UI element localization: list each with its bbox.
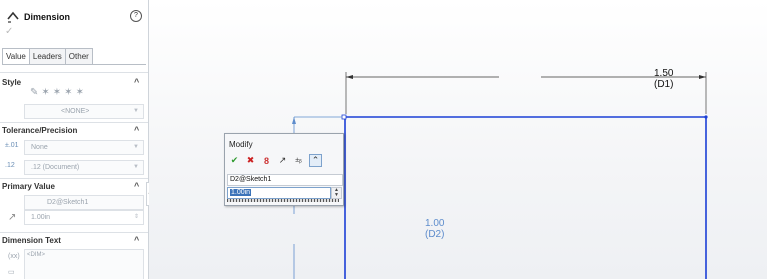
section-divider	[0, 232, 148, 233]
selected-value-text: 1.00in	[230, 189, 252, 196]
dimension-icon	[7, 11, 19, 23]
tab-leaders[interactable]: Leaders	[28, 48, 66, 65]
section-divider	[0, 122, 148, 123]
tolerance-section: Tolerance/Precision ^	[0, 124, 148, 138]
tolerance-type-dropdown[interactable]: None ▼	[24, 140, 144, 155]
apply-default-style-icon[interactable]: ✎	[30, 87, 38, 98]
collapse-caret-icon[interactable]: ^	[134, 181, 139, 191]
sketch-point[interactable]	[341, 114, 347, 120]
dimension-value-field[interactable]: 1.00in ⇕	[24, 210, 144, 225]
delete-style-icon[interactable]: ✶	[64, 87, 72, 98]
dimension-value-input[interactable]: 1.00in	[227, 187, 331, 199]
dimension-name-field[interactable]: D2@Sketch1	[227, 174, 343, 186]
precision-icon: .12	[5, 162, 15, 169]
pm-tabs: Value Leaders Other	[2, 48, 93, 65]
spin-button[interactable]: ▲ ▼	[331, 187, 342, 199]
close-icon[interactable]: ✖	[245, 155, 256, 166]
dimension-d1-label[interactable]: 1.50 (D1)	[654, 68, 673, 90]
dimension-text-section: Dimension Text ^	[0, 234, 148, 248]
sketch-point[interactable]	[704, 115, 708, 119]
tab-divider	[2, 64, 146, 65]
dimension-text-header-label: Dimension Text	[2, 236, 61, 245]
favorite-style-value: <NONE>	[61, 108, 90, 115]
thumbwheel[interactable]	[227, 199, 339, 202]
dimension-text-input[interactable]: <DIM>	[24, 249, 144, 279]
d1-name: (D1)	[654, 79, 674, 90]
d1-value: 1.50	[654, 68, 674, 79]
collapse-caret-icon[interactable]: ^	[134, 77, 139, 87]
tolerance-header-label: Tolerance/Precision	[2, 126, 78, 135]
chevron-down-icon: ▼	[133, 164, 139, 170]
d1-arrow-right	[699, 75, 706, 79]
dimension-value-icon: ↗	[8, 212, 17, 223]
collapse-caret-icon[interactable]: ^	[134, 235, 139, 245]
mark-for-drawing-icon[interactable]: ±ᵦ	[293, 157, 304, 164]
tolerance-type-value: None	[31, 144, 48, 151]
precision-value: .12 (Document)	[31, 164, 80, 171]
chevron-down-icon: ▼	[133, 144, 139, 150]
dimension-d2-label[interactable]: 1.00 (D2)	[425, 218, 444, 240]
precision-dropdown[interactable]: .12 (Document) ▼	[24, 160, 144, 175]
favorite-style-dropdown[interactable]: <NONE> ▼	[24, 104, 144, 119]
d2-value: 1.00	[425, 218, 445, 229]
rebuild-icon[interactable]: 8	[261, 156, 272, 166]
d2-arrow-top	[292, 117, 296, 124]
help-icon[interactable]: ?	[130, 10, 142, 22]
property-manager: Dimension ? ✓ Value Leaders Other Style …	[0, 0, 149, 279]
dimension-text-value: <DIM>	[27, 252, 46, 258]
modify-dialog: Modify ✔ ✖ 8 ↗ ±ᵦ ⌃ D2@Sketch1 1.00in ▲ ▼	[224, 133, 344, 206]
check-icon[interactable]: ✔	[229, 155, 240, 166]
center-text-icon[interactable]: ▭	[8, 268, 15, 276]
primary-value-header[interactable]: Primary Value ^	[0, 180, 148, 194]
tolerance-type-icon: ±.01	[5, 142, 19, 149]
add-style-icon[interactable]: ✶	[41, 87, 49, 98]
style-icon-row: ✎ ✶ ✶ ✶ ✶	[30, 87, 84, 98]
style-header-label: Style	[2, 78, 22, 87]
regenerate-icon[interactable]: ⌃	[309, 154, 322, 167]
dimension-name-value: D2@Sketch1	[47, 199, 89, 206]
reverse-direction-icon[interactable]: ↗	[277, 155, 288, 166]
primary-value-section: Primary Value ^	[0, 180, 148, 194]
pm-title: Dimension	[24, 12, 71, 22]
dimension-text-header[interactable]: Dimension Text ^	[0, 234, 148, 248]
spin-arrows-icon[interactable]: ⇕	[134, 211, 139, 224]
primary-value-header-label: Primary Value	[2, 182, 55, 191]
tab-value[interactable]: Value	[2, 48, 30, 65]
dimension-name-field[interactable]: D2@Sketch1	[24, 195, 144, 210]
dimension-value: 1.00in	[31, 214, 51, 221]
update-style-icon[interactable]: ✶	[53, 87, 61, 98]
section-divider	[0, 72, 148, 73]
modify-toolbar: ✔ ✖ 8 ↗ ±ᵦ ⌃	[229, 154, 322, 167]
ok-button[interactable]: ✓	[5, 26, 13, 37]
tab-other[interactable]: Other	[64, 48, 93, 65]
chevron-down-icon: ▼	[133, 108, 139, 114]
d1-arrow-left	[346, 75, 353, 79]
modify-dialog-title: Modify	[229, 140, 253, 149]
d2-name: (D2)	[425, 229, 445, 240]
collapse-caret-icon[interactable]: ^	[134, 125, 139, 135]
section-divider	[0, 178, 148, 179]
parenthesis-icon[interactable]: (xx)	[8, 253, 20, 260]
save-style-icon[interactable]: ✶	[76, 87, 84, 98]
pm-title-row: Dimension	[6, 8, 70, 26]
tolerance-header[interactable]: Tolerance/Precision ^	[0, 124, 148, 138]
